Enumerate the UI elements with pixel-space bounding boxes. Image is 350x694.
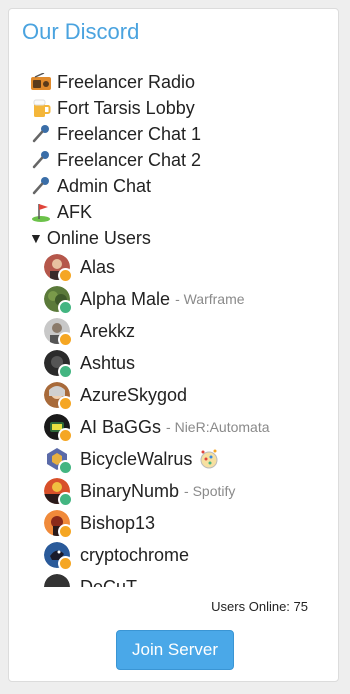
avatar — [44, 574, 70, 587]
avatar — [44, 542, 73, 571]
channel-list[interactable]: Freelancer Radio Fort Tarsis Lobby Freel… — [9, 69, 338, 587]
user-game: - Spotify — [184, 483, 236, 499]
user-row[interactable]: Ashtus — [9, 347, 338, 379]
online-users-label: Online Users — [46, 227, 151, 248]
channel-name: Freelancer Chat 1 — [57, 123, 202, 144]
status-dot — [58, 332, 73, 347]
avatar — [44, 254, 73, 283]
user-row[interactable]: BicycleWalrus — [9, 443, 338, 475]
user-row[interactable]: cryptochrome — [9, 539, 338, 571]
user-name: AI BaGGs — [80, 416, 162, 437]
user-row[interactable]: Alpha Male - Warframe — [9, 283, 338, 315]
user-game: - NieR:Automata — [166, 419, 270, 435]
discord-widget: Our Discord Freelancer Radio Fort Tarsis… — [8, 8, 339, 682]
microphone-icon — [29, 175, 53, 197]
status-dot — [58, 300, 73, 315]
user-name: Arekkz — [80, 320, 136, 341]
channel-freelancer-chat-2[interactable]: Freelancer Chat 2 — [9, 147, 338, 173]
radio-icon — [29, 71, 53, 93]
channel-freelancer-chat-1[interactable]: Freelancer Chat 1 — [9, 121, 338, 147]
user-row[interactable]: AzureSkygod — [9, 379, 338, 411]
avatar — [44, 318, 73, 347]
user-name: BinaryNumb — [80, 480, 180, 501]
status-dot — [58, 396, 73, 411]
channel-name: AFK — [57, 201, 93, 222]
status-dot — [58, 492, 73, 507]
party-popper-icon — [198, 449, 220, 469]
join-server-button[interactable]: Join Server — [116, 630, 234, 670]
user-row[interactable]: Alas — [9, 251, 338, 283]
user-name: BicycleWalrus — [80, 448, 193, 469]
user-name: Bishop13 — [80, 512, 156, 533]
user-row[interactable]: BinaryNumb - Spotify — [9, 475, 338, 507]
avatar — [44, 350, 73, 379]
channel-afk[interactable]: AFK — [9, 199, 338, 225]
status-dot — [58, 460, 73, 475]
user-name: Alpha Male — [80, 288, 171, 309]
channel-admin-chat[interactable]: Admin Chat — [9, 173, 338, 199]
user-name: Alas — [80, 256, 116, 277]
status-dot — [58, 268, 73, 283]
channel-name: Freelancer Radio — [57, 71, 196, 92]
channel-fort-tarsis-lobby[interactable]: Fort Tarsis Lobby — [9, 95, 338, 121]
microphone-icon — [29, 149, 53, 171]
avatar — [44, 510, 73, 539]
user-name: Ashtus — [80, 352, 136, 373]
user-name: cryptochrome — [80, 544, 190, 565]
avatar — [44, 286, 73, 315]
golf-flag-icon — [29, 201, 53, 223]
online-users-toggle[interactable]: ▼ Online Users — [9, 225, 338, 251]
avatar — [44, 478, 73, 507]
users-online-count: Users Online: 75 — [211, 599, 308, 614]
status-dot — [58, 428, 73, 443]
user-row[interactable]: Bishop13 — [9, 507, 338, 539]
beer-mug-icon — [29, 97, 53, 119]
user-row[interactable]: AI BaGGs - NieR:Automata — [9, 411, 338, 443]
avatar — [44, 382, 73, 411]
user-game: - Warframe — [175, 291, 245, 307]
channel-freelancer-radio[interactable]: Freelancer Radio — [9, 69, 338, 95]
user-name: AzureSkygod — [80, 384, 188, 405]
widget-title: Our Discord — [22, 19, 140, 44]
microphone-icon — [29, 123, 53, 145]
user-row[interactable]: Arekkz — [9, 315, 338, 347]
status-dot — [58, 364, 73, 379]
user-row[interactable]: DeCuT — [9, 571, 338, 587]
avatar — [44, 414, 73, 443]
user-name: DeCuT — [80, 576, 138, 588]
channel-name: Fort Tarsis Lobby — [57, 97, 195, 118]
caret-down-icon: ▼ — [29, 230, 43, 246]
channel-name: Admin Chat — [57, 175, 152, 196]
channel-name: Freelancer Chat 2 — [57, 149, 202, 170]
avatar — [44, 446, 73, 475]
status-dot — [58, 556, 73, 571]
status-dot — [58, 524, 73, 539]
